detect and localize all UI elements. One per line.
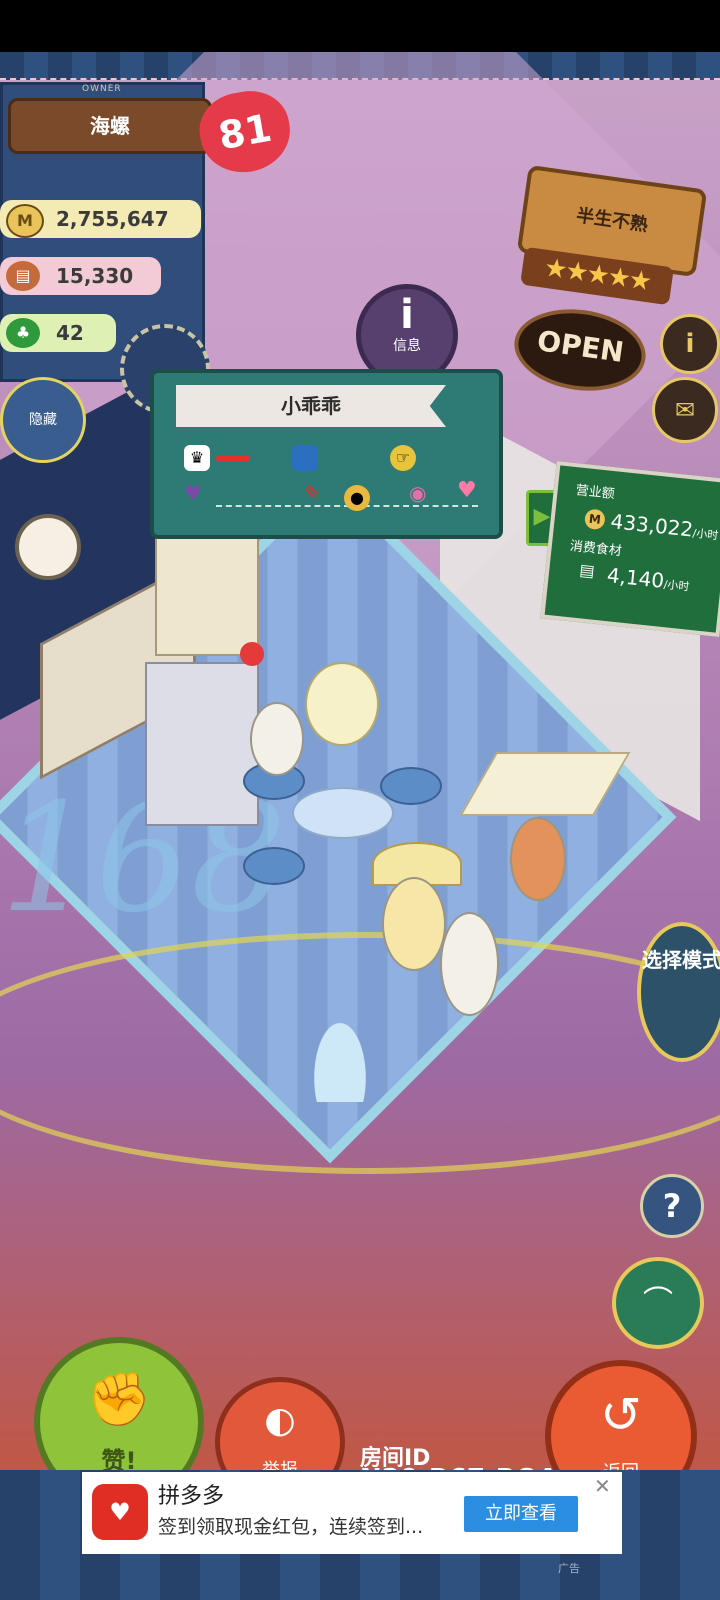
hat-icon: ⌒	[643, 1285, 673, 1320]
hide-label: 隐藏	[29, 412, 57, 428]
food-stat: ▤ 15,330	[0, 257, 161, 295]
ad-description: 签到领取现金红包，连续签到...	[158, 1516, 424, 1538]
character-name: 小乖乖	[176, 385, 446, 427]
revenue-amount: 433,022	[609, 509, 695, 542]
fountain[interactable]	[295, 982, 385, 1102]
food-consumption-value: 4,140/小时	[606, 563, 691, 596]
owner-name: 海螺	[8, 98, 212, 154]
close-icon[interactable]: ✕	[594, 1474, 611, 1498]
return-arrow-icon: ↺	[600, 1386, 642, 1444]
hand-icon: ☞	[390, 445, 416, 471]
coin-icon: M	[583, 508, 606, 531]
heart-icon: ♥	[457, 478, 477, 503]
lollipop-icon: ◉	[409, 481, 427, 505]
clover-icon: ♣	[6, 318, 40, 348]
food-consumption-amount: 4,140	[605, 562, 666, 593]
customer-bear-orange[interactable]	[510, 817, 566, 901]
food-consumption-unit: /小时	[663, 577, 690, 594]
balloon	[305, 662, 379, 746]
food-value: 15,330	[56, 264, 134, 288]
pig-icon: ●	[344, 485, 370, 511]
hide-button[interactable]: 隐藏	[0, 377, 86, 463]
customer-bear[interactable]	[250, 702, 304, 776]
character-card[interactable]: 小乖乖 ♛ ☞ ♥ ✎ ● ◉ ♥	[150, 369, 503, 539]
skill-bar	[216, 456, 250, 461]
food-basket-icon: ▤	[578, 560, 596, 581]
revenue-board: 营业额 M 433,022/小时 消费食材 ▤ 4,140/小时	[540, 461, 720, 637]
chef-hat-icon: ♛	[184, 445, 210, 471]
select-mode-button[interactable]: 选择模式	[637, 922, 720, 1062]
food-basket-icon: ▤	[6, 261, 40, 291]
coin-icon: M	[6, 204, 44, 238]
info-label: 信息	[393, 338, 421, 354]
whistle-icon: ◐	[264, 1400, 296, 1441]
ice-cream-counter[interactable]	[145, 662, 259, 826]
ad-banner[interactable]: ♥ 拼多多 签到领取现金红包，连续签到... 立即查看 ✕	[82, 1472, 622, 1554]
coins-value: 2,755,647	[56, 207, 169, 231]
coins-stat: M 2,755,647	[0, 200, 201, 238]
luck-stat: ♣ 42	[0, 314, 116, 352]
fridge[interactable]	[155, 522, 259, 656]
broken-heart-icon: ♥	[184, 481, 202, 505]
revenue-unit: /小时	[691, 526, 719, 543]
round-table[interactable]	[292, 787, 394, 839]
status-bar	[0, 0, 720, 52]
book-icon	[292, 445, 318, 471]
luck-value: 42	[56, 321, 84, 345]
shop-info-button[interactable]: i	[660, 314, 720, 374]
ad-title: 拼多多	[158, 1484, 225, 1509]
ad-tag: 广告	[558, 1562, 580, 1575]
revenue-value: 433,022/小时	[610, 509, 720, 544]
pinduoduo-logo-icon: ♥	[92, 1484, 148, 1540]
thumb-icon: ✊	[86, 1370, 152, 1430]
owner-tag: OWNER	[82, 84, 122, 94]
pepper-icon: ✎	[304, 481, 321, 505]
red-marker	[240, 642, 264, 666]
ad-cta-button[interactable]: 立即查看	[464, 1496, 578, 1532]
revenue-label: 营业额	[574, 483, 616, 503]
stool[interactable]	[243, 847, 305, 885]
recipe-book-button[interactable]: ✉	[652, 377, 718, 443]
chef-cat[interactable]	[440, 912, 499, 1016]
game-scene[interactable]: 168 OWNER 海螺 M 2,755,647 ▤ 15,330 ♣ 42 8…	[0, 52, 720, 1500]
food-consumption-label: 消费食材	[569, 538, 623, 560]
hat-button[interactable]: ⌒	[612, 1257, 704, 1349]
info-icon: i	[400, 292, 414, 338]
customer-dog[interactable]	[382, 877, 446, 971]
help-button[interactable]: ?	[640, 1174, 704, 1238]
stool[interactable]	[380, 767, 442, 805]
wall-clock[interactable]	[15, 514, 81, 580]
